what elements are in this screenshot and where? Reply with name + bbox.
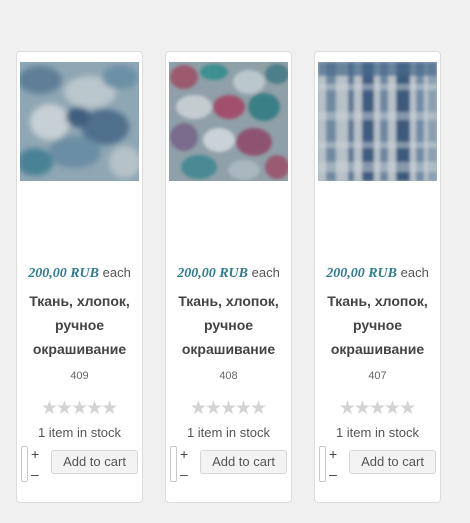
star-empty-icon: ★ [399, 398, 417, 419]
quantity-input[interactable] [21, 446, 28, 482]
product-title[interactable]: Ткань, хлопок, ручное окрашивание [170, 289, 287, 361]
price-line: 200,00 RUB each [315, 265, 440, 282]
stock-status: 1 item in stock [335, 425, 420, 440]
stock-status: 1 item in stock [37, 425, 122, 440]
quantity-stepper[interactable]: + – [170, 446, 188, 482]
quantity-minus-button[interactable]: – [329, 467, 337, 481]
quantity-stepper[interactable]: + – [21, 446, 39, 482]
star-empty-icon: ★ [250, 398, 268, 419]
product-title[interactable]: Ткань, хлопок, ручное окрашивание [319, 289, 436, 361]
star-rating: ★★★★★ [17, 398, 142, 419]
star-empty-icon: ★ [101, 398, 119, 419]
quantity-plus-button[interactable]: + [31, 447, 39, 461]
quantity-input[interactable] [170, 446, 177, 482]
price-line: 200,00 RUB each [17, 265, 142, 282]
quantity-minus-button[interactable]: – [31, 467, 39, 481]
product-title[interactable]: Ткань, хлопок, ручное окрашивание [21, 289, 138, 361]
quantity-stepper[interactable]: + – [319, 446, 337, 482]
price-unit: each [102, 265, 131, 280]
price-unit: each [400, 265, 429, 280]
price: 200,00 RUB [326, 266, 397, 281]
stock-status: 1 item in stock [186, 425, 271, 440]
quantity-minus-button[interactable]: – [180, 467, 188, 481]
product-card: 200,00 RUB each Ткань, хлопок, ручное ок… [314, 51, 441, 503]
product-card: 200,00 RUB each Ткань, хлопок, ручное ок… [165, 51, 292, 503]
product-image[interactable] [169, 62, 288, 181]
star-rating: ★★★★★ [166, 398, 291, 419]
quantity-plus-button[interactable]: + [180, 447, 188, 461]
product-sku: 408 [219, 370, 238, 382]
product-image[interactable] [318, 62, 437, 181]
product-card: 200,00 RUB each Ткань, хлопок, ручное ок… [16, 51, 143, 503]
add-to-cart-button[interactable]: Add to cart [349, 450, 436, 474]
price: 200,00 RUB [28, 266, 99, 281]
add-to-cart-button[interactable]: Add to cart [200, 450, 287, 474]
quantity-input[interactable] [319, 446, 326, 482]
product-image[interactable] [20, 62, 139, 181]
star-rating: ★★★★★ [315, 398, 440, 419]
quantity-plus-button[interactable]: + [329, 447, 337, 461]
price: 200,00 RUB [177, 266, 248, 281]
product-sku: 407 [368, 370, 387, 382]
add-to-cart-button[interactable]: Add to cart [51, 450, 138, 474]
price-line: 200,00 RUB each [166, 265, 291, 282]
product-sku: 409 [70, 370, 89, 382]
price-unit: each [251, 265, 280, 280]
